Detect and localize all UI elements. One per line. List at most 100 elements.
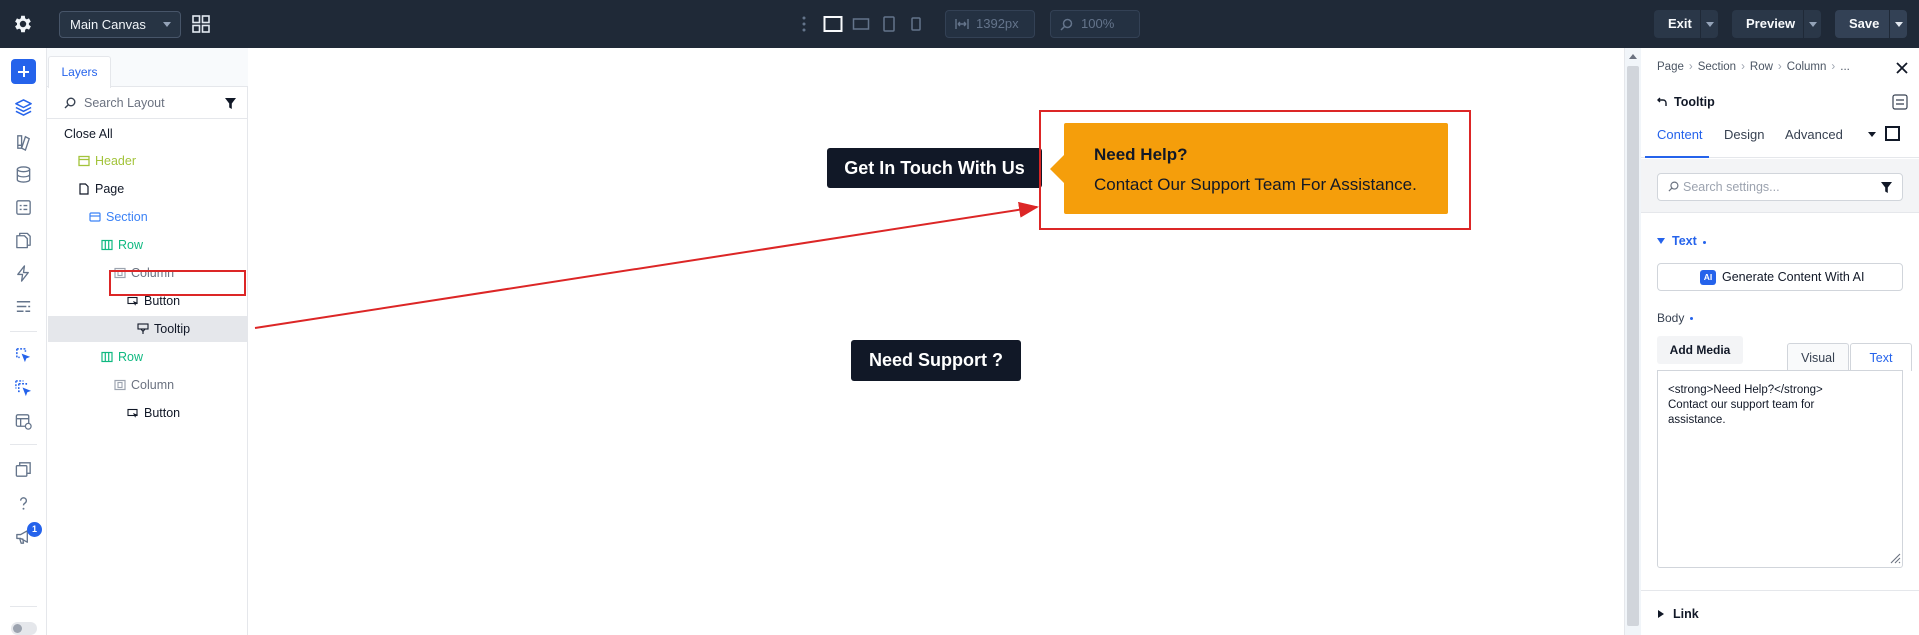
tab-advanced[interactable]: Advanced: [1785, 127, 1843, 142]
module-title: Tooltip: [1657, 95, 1715, 109]
canvas-width-field[interactable]: 1392px: [945, 10, 1035, 38]
options-icon[interactable]: [1892, 94, 1908, 110]
search-icon: [1668, 181, 1679, 192]
editor-tab-visual[interactable]: Visual: [1787, 343, 1849, 371]
phone-view-icon[interactable]: [910, 14, 922, 34]
desktop-view-icon[interactable]: [823, 14, 843, 34]
settings-search-input[interactable]: Search settings...: [1657, 173, 1903, 201]
pages-icon[interactable]: [14, 231, 33, 250]
preview-dropdown-toggle[interactable]: [1803, 10, 1821, 38]
need-support-button[interactable]: Need Support ?: [851, 340, 1021, 381]
breadcrumb-item[interactable]: Page: [1657, 61, 1684, 73]
body-text-editor[interactable]: <strong>Need Help?</strong> Contact our …: [1657, 370, 1903, 568]
layer-label: Row: [118, 238, 144, 252]
column-icon: [114, 379, 126, 391]
breadcrumb-item[interactable]: Section: [1698, 61, 1736, 73]
layers-search[interactable]: Search Layout: [47, 87, 248, 119]
zoom-field[interactable]: 100%: [1050, 10, 1140, 38]
lightning-icon[interactable]: [14, 264, 33, 283]
width-arrows-icon: [955, 19, 969, 29]
breadcrumb-item[interactable]: Row: [1750, 61, 1773, 73]
page-icon: [79, 183, 89, 195]
link-group-toggle[interactable]: Link: [1641, 590, 1919, 635]
button-module-icon: [127, 408, 138, 418]
layers-search-placeholder: Search Layout: [84, 96, 165, 110]
tab-content[interactable]: Content: [1657, 127, 1703, 142]
laptop-view-icon[interactable]: [852, 14, 870, 34]
stack-icon[interactable]: [14, 460, 33, 479]
tooltip-bubble[interactable]: Need Help? Contact Our Support Team For …: [1050, 123, 1448, 214]
top-toolbar: Main Canvas 1392px 100% Exit Preview Sav…: [0, 0, 1919, 48]
tooltip-body: Contact Our Support Team For Assistance.: [1094, 175, 1417, 194]
preset-square-icon[interactable]: [1885, 126, 1900, 141]
save-button[interactable]: Save: [1835, 10, 1907, 38]
editor-tab-text[interactable]: Text: [1850, 343, 1912, 371]
modified-dot: [1690, 317, 1694, 320]
selected-layer-outline: [109, 270, 246, 296]
preview-label: Preview: [1746, 16, 1796, 31]
theme-builder-icon[interactable]: [14, 132, 33, 151]
settings-list-icon[interactable]: [14, 297, 33, 316]
layers-tabstrip: Layers: [47, 48, 248, 88]
generate-ai-button[interactable]: AI Generate Content With AI: [1657, 263, 1903, 291]
exit-button[interactable]: Exit: [1654, 10, 1718, 38]
tab-design[interactable]: Design: [1724, 127, 1764, 142]
layer-label: Header: [95, 154, 136, 168]
chevron-down-icon: [163, 22, 171, 27]
ai-icon: AI: [1700, 270, 1716, 285]
breadcrumb-item[interactable]: Column: [1787, 61, 1827, 73]
chevron-right-icon: [1658, 610, 1664, 618]
preview-button[interactable]: Preview: [1732, 10, 1821, 38]
canvas-select[interactable]: Main Canvas: [59, 11, 181, 38]
close-icon[interactable]: [1896, 62, 1908, 74]
database-icon[interactable]: [14, 165, 33, 184]
link-group-label: Link: [1673, 607, 1699, 621]
rail-divider: [10, 444, 37, 445]
zoom-icon: [1060, 18, 1073, 31]
cursor-pointer-icon[interactable]: [14, 346, 33, 365]
row-icon: [101, 351, 113, 363]
canvas-scrollbar[interactable]: [1624, 48, 1641, 635]
gear-icon[interactable]: [12, 13, 34, 35]
breadcrumb-item[interactable]: ...: [1840, 61, 1850, 73]
layers-panel: Layers Search Layout Close All Header Pa…: [47, 48, 248, 635]
text-group-toggle[interactable]: Text: [1657, 234, 1706, 248]
close-all-link[interactable]: Close All: [64, 127, 113, 141]
wireframe-toggle[interactable]: [11, 622, 37, 635]
add-media-button[interactable]: Add Media: [1657, 336, 1743, 364]
button-module-icon: [127, 296, 138, 306]
rail-divider: [10, 606, 37, 607]
layer-label: Row: [118, 350, 144, 364]
template-icon[interactable]: [14, 412, 33, 431]
tooltip-module-icon: [137, 323, 149, 334]
exit-dropdown-toggle[interactable]: [1700, 10, 1718, 38]
grid-view-icon[interactable]: [192, 15, 210, 33]
notification-badge: 1: [27, 522, 42, 537]
filter-icon[interactable]: [1881, 182, 1892, 193]
canvas-width-value: 1392px: [976, 16, 1019, 31]
header-icon: [78, 155, 90, 167]
tablet-view-icon[interactable]: [882, 14, 896, 34]
active-tab-indicator: [1645, 156, 1709, 158]
layer-label: Column: [131, 378, 175, 392]
save-dropdown-toggle[interactable]: [1889, 10, 1907, 38]
resize-handle-icon[interactable]: [1890, 553, 1901, 564]
chevron-down-icon[interactable]: [1868, 132, 1876, 137]
settings-tabs: Content Design Advanced: [1641, 114, 1919, 158]
tab-layers[interactable]: Layers: [48, 56, 111, 88]
builder-canvas[interactable]: Get In Touch With Us Need Help? Contact …: [248, 48, 1624, 635]
back-arrow-icon[interactable]: [1657, 97, 1667, 107]
search-icon: [64, 97, 76, 109]
cursor-multi-icon[interactable]: [14, 379, 33, 398]
filter-icon[interactable]: [225, 98, 236, 109]
help-icon[interactable]: [14, 494, 33, 513]
zoom-value: 100%: [1081, 16, 1115, 31]
layers-icon[interactable]: [14, 98, 33, 117]
settings-search-area: Search settings...: [1641, 159, 1919, 213]
form-icon[interactable]: [14, 198, 33, 217]
more-vertical-icon[interactable]: [800, 15, 808, 33]
get-in-touch-button[interactable]: Get In Touch With Us: [827, 148, 1042, 188]
modified-dot: [1702, 241, 1706, 244]
text-group-label: Text: [1672, 234, 1697, 248]
add-icon[interactable]: [11, 59, 36, 84]
